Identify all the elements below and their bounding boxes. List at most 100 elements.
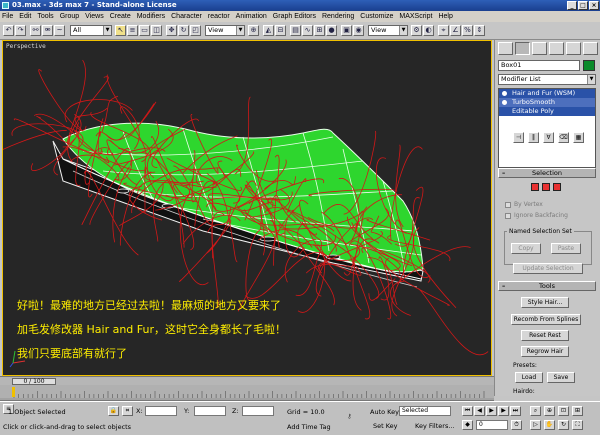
go-to-end-icon[interactable]: ⏭: [510, 406, 521, 416]
y-coordinate-field[interactable]: [194, 406, 226, 416]
make-unique-icon[interactable]: ∀: [543, 132, 554, 143]
hierarchy-tab-icon[interactable]: [532, 42, 547, 55]
render-last-icon[interactable]: ⚙: [411, 25, 422, 36]
update-selection-button[interactable]: Update Selection: [513, 263, 583, 274]
time-configuration-icon[interactable]: ⏱: [511, 420, 522, 430]
maximize-viewport-icon[interactable]: ⛶: [572, 420, 583, 430]
minimize-button[interactable]: _: [567, 1, 577, 10]
menu-file[interactable]: File: [2, 13, 13, 20]
object-name-field[interactable]: Box01: [498, 60, 580, 71]
menu-help[interactable]: Help: [438, 13, 452, 20]
key-filters-button[interactable]: Key Filters...: [415, 422, 455, 430]
maximize-button[interactable]: □: [578, 1, 588, 10]
menu-edit[interactable]: Edit: [19, 13, 31, 20]
style-hair-button[interactable]: Style Hair...: [521, 297, 569, 308]
select-object-icon[interactable]: ↖: [115, 25, 126, 36]
reset-rest-button[interactable]: Reset Rest: [521, 330, 569, 341]
render-scene-icon[interactable]: ▣: [341, 25, 352, 36]
lock-selection-icon[interactable]: 🔒: [108, 406, 119, 416]
bind-spacewarp-icon[interactable]: ~: [54, 25, 65, 36]
mirror-icon[interactable]: ◭: [263, 25, 274, 36]
set-key-button[interactable]: Set Key: [373, 422, 398, 430]
load-preset-button[interactable]: Load: [515, 372, 543, 383]
undo-icon[interactable]: ↶: [3, 25, 14, 36]
unlink-icon[interactable]: ⚮: [42, 25, 53, 36]
add-time-tag-button[interactable]: Add Time Tag: [287, 423, 331, 431]
go-to-start-icon[interactable]: ⏮: [462, 406, 473, 416]
zoom-extents-all-icon[interactable]: ⊞: [572, 406, 583, 416]
configure-sets-icon[interactable]: ▦: [573, 132, 584, 143]
menu-tools[interactable]: Tools: [37, 13, 53, 20]
motion-tab-icon[interactable]: [549, 42, 564, 55]
menu-views[interactable]: Views: [85, 13, 104, 20]
save-preset-button[interactable]: Save: [547, 372, 575, 383]
play-icon[interactable]: ▶: [486, 406, 497, 416]
pin-stack-icon[interactable]: ⊣: [513, 132, 524, 143]
zoom-extents-icon[interactable]: ⊡: [558, 406, 569, 416]
redo-icon[interactable]: ↷: [15, 25, 26, 36]
ignore-backfacing-checkbox[interactable]: Ignore Backfacing: [505, 212, 568, 219]
select-by-name-icon[interactable]: ≡: [127, 25, 138, 36]
menu-customize[interactable]: Customize: [360, 13, 393, 20]
close-button[interactable]: ×: [589, 1, 599, 10]
x-coordinate-field[interactable]: [145, 406, 177, 416]
menu-rendering[interactable]: Rendering: [322, 13, 354, 20]
tools-rollout-header[interactable]: – Tools: [498, 281, 596, 291]
menu-animation[interactable]: Animation: [236, 13, 267, 20]
menu-create[interactable]: Create: [110, 13, 131, 20]
zoom-icon[interactable]: ⌕: [530, 406, 541, 416]
material-editor-icon[interactable]: ●: [326, 25, 337, 36]
z-coordinate-field[interactable]: [242, 406, 274, 416]
face-level-icon[interactable]: [542, 183, 550, 191]
modifier-list-dropdown[interactable]: Modifier List ▼: [498, 74, 596, 85]
regrow-hair-button[interactable]: Regrow Hair: [521, 346, 569, 357]
menu-modifiers[interactable]: Modifiers: [137, 13, 165, 20]
selection-rollout-header[interactable]: – Selection: [498, 168, 596, 178]
lightbulb-icon[interactable]: [502, 91, 507, 96]
copy-button[interactable]: Copy: [511, 243, 541, 254]
stack-item-hair-and-fur[interactable]: Hair and Fur (WSM): [499, 89, 595, 98]
window-crossing-icon[interactable]: ◫: [151, 25, 162, 36]
align-icon[interactable]: ⊟: [275, 25, 286, 36]
track-bar[interactable]: [0, 385, 494, 401]
menu-character[interactable]: Character: [171, 13, 202, 20]
layer-manager-icon[interactable]: ▤: [290, 25, 301, 36]
stack-item-editable-poly[interactable]: Editable Poly: [499, 107, 595, 116]
menu-reactor[interactable]: reactor: [208, 13, 230, 20]
time-slider[interactable]: 0 / 100: [12, 378, 56, 385]
zoom-all-icon[interactable]: ⊕: [544, 406, 555, 416]
modify-tab-icon[interactable]: [515, 42, 530, 55]
select-rotate-icon[interactable]: ↻: [178, 25, 189, 36]
paste-button[interactable]: Paste: [551, 243, 581, 254]
menu-group[interactable]: Group: [60, 13, 79, 20]
recomb-from-splines-button[interactable]: Recomb From Splines: [511, 314, 581, 325]
menu-maxscript[interactable]: MAXScript: [399, 13, 432, 20]
snap-toggle-icon[interactable]: ⌖: [438, 25, 449, 36]
schematic-view-icon[interactable]: ⊞: [314, 25, 325, 36]
by-vertex-checkbox[interactable]: By Vertex: [505, 201, 543, 208]
stack-item-turbosmooth[interactable]: TurboSmooth: [499, 98, 595, 107]
absolute-mode-icon[interactable]: ⌗: [122, 406, 133, 416]
pan-icon[interactable]: ✋: [544, 420, 555, 430]
spinner-snap-icon[interactable]: ⇕: [474, 25, 485, 36]
arc-rotate-icon[interactable]: ↻: [558, 420, 569, 430]
selection-filter-dropdown[interactable]: All ▼: [70, 25, 112, 36]
polygon-level-icon[interactable]: [553, 183, 561, 191]
select-move-icon[interactable]: ✥: [166, 25, 177, 36]
field-of-view-icon[interactable]: ▷: [530, 420, 541, 430]
quick-render-icon[interactable]: ◉: [353, 25, 364, 36]
auto-key-button[interactable]: Auto Key: [370, 408, 399, 416]
angle-snap-icon[interactable]: ∠: [450, 25, 461, 36]
link-icon[interactable]: ⚯: [30, 25, 41, 36]
named-selection-dropdown[interactable]: View ▼: [368, 25, 408, 36]
guide-level-icon[interactable]: [531, 183, 539, 191]
next-frame-icon[interactable]: ▶: [498, 406, 509, 416]
activeshade-icon[interactable]: ◐: [423, 25, 434, 36]
object-color-swatch[interactable]: [583, 60, 595, 71]
key-mode-icon[interactable]: ◆: [462, 420, 473, 430]
percent-snap-icon[interactable]: %: [462, 25, 473, 36]
create-tab-icon[interactable]: [498, 42, 513, 55]
previous-frame-icon[interactable]: ◀: [474, 406, 485, 416]
current-frame-field[interactable]: 0: [476, 420, 508, 430]
reference-coordinate-dropdown[interactable]: View ▼: [205, 25, 245, 36]
